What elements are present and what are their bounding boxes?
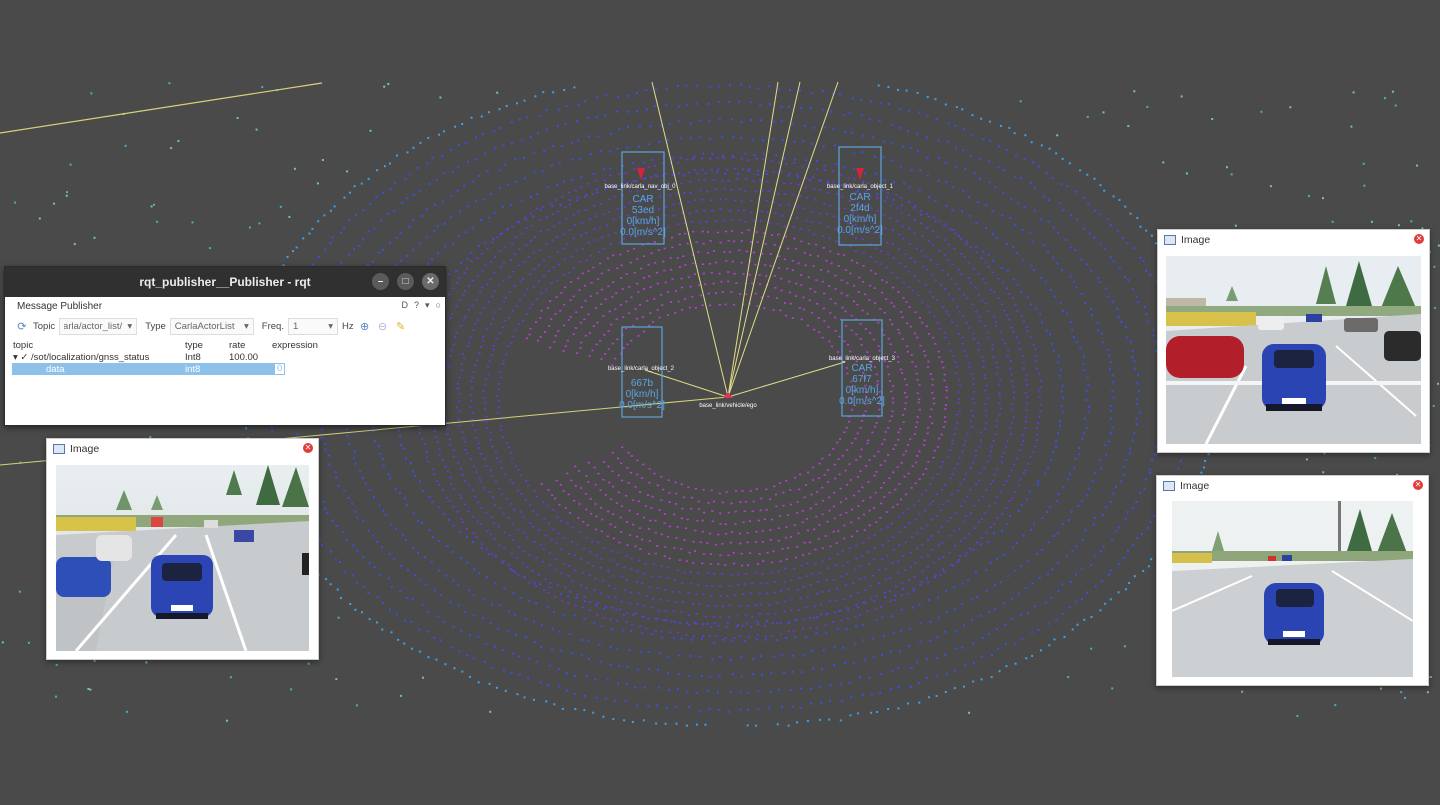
object-box-0[interactable]: base_link/carla_nav_obj_0 CAR 53ed 0[km/… [604, 151, 676, 245]
topic-label: Topic [33, 320, 56, 332]
object-frame-label: base_link/carla_object_3 [829, 356, 896, 362]
freq-combo-value: 1 [292, 320, 299, 332]
object-box-2[interactable]: base_link/carla_object_2 CAR 667b 0[km/h… [608, 326, 675, 418]
rqt-publisher-window[interactable]: rqt_publisher__Publisher - rqt – □ ✕ Mes… [4, 266, 446, 426]
object-speed: 0[km/h] [844, 214, 877, 225]
table-row[interactable]: ▾ ✓ /sot/localization/gnss_status Int8 1… [5, 351, 445, 363]
object-speed: 0[km/h] [626, 389, 659, 400]
remove-publisher-icon[interactable]: ⊖ [376, 319, 390, 333]
object-accel: 0.0[m/s^2] [839, 396, 885, 407]
publisher-table[interactable]: topic type rate expression ▾ ✓ /sot/loca… [5, 339, 445, 375]
chevron-down-icon: ▾ [328, 320, 333, 332]
type-label: Type [145, 320, 166, 332]
row-topic: /sot/localization/gnss_status [31, 351, 150, 363]
row-field: data [46, 363, 65, 375]
window-title: Image [1181, 234, 1211, 246]
detection-rays [644, 81, 846, 398]
table-row-selected[interactable]: data int8 0 [12, 363, 286, 375]
table-header: topic type rate expression [5, 339, 445, 351]
image-window-bottom-right[interactable]: Image ✕ [1156, 475, 1429, 686]
image-window-top-right[interactable]: Image ✕ [1157, 229, 1430, 453]
object-id: 67f7 [852, 374, 872, 385]
object-class: CAR [851, 363, 872, 374]
trajectory-line [0, 82, 323, 134]
row-field-type: int8 [185, 363, 201, 375]
chevron-down-icon: ▾ [244, 320, 249, 332]
column-header-topic[interactable]: topic [13, 340, 33, 351]
chevron-down-icon: ▾ [127, 320, 133, 332]
menu-icon[interactable]: ▾ [425, 300, 430, 311]
window-titlebar[interactable]: rqt_publisher__Publisher - rqt – □ ✕ [5, 267, 445, 297]
window-icon [53, 444, 65, 454]
row-rate[interactable]: 100.00 [229, 352, 258, 363]
freq-combo[interactable]: 1 ▾ [287, 317, 338, 335]
ego-vehicle-marker: base_link/vehicle/ego [699, 392, 757, 409]
refresh-icon[interactable]: ⟳ [15, 319, 29, 333]
close-icon[interactable]: ✕ [303, 443, 313, 453]
image-window-left[interactable]: Image ✕ [46, 438, 319, 660]
column-header-expression[interactable]: expression [272, 340, 318, 351]
close-icon[interactable]: ✕ [1414, 234, 1424, 244]
type-combo-value: CarlaActorList [174, 320, 235, 332]
expand-arrow-icon[interactable]: ▾ [13, 352, 18, 363]
checkbox-icon[interactable]: ✓ [20, 352, 28, 363]
freq-label: Freq. [261, 320, 284, 332]
maximize-button[interactable]: □ [397, 273, 414, 290]
camera-image [1166, 256, 1421, 444]
topic-combo-value: /carla/actor_list [64, 320, 123, 332]
window-icon [1163, 481, 1175, 491]
object-frame-label: base_link/carla_nav_obj_0 [604, 184, 676, 190]
object-class: CAR [849, 192, 870, 203]
window-icon [1164, 235, 1176, 245]
plugin-title: Message Publisher [17, 300, 103, 312]
camera-image [56, 465, 309, 651]
object-class: CAR [632, 194, 653, 205]
object-accel: 0.0[m/s^2] [619, 400, 665, 411]
object-speed: 0[km/h] [627, 216, 660, 227]
expression-input[interactable]: 0 [274, 363, 286, 375]
type-combo[interactable]: CarlaActorList ▾ [169, 317, 254, 335]
camera-image [1172, 501, 1413, 677]
window-titlebar[interactable]: Image ✕ [1158, 230, 1429, 250]
column-header-type[interactable]: type [185, 340, 203, 351]
row-type: Int8 [185, 351, 201, 363]
object-id: 53ed [632, 205, 654, 216]
help-icon[interactable]: ? [414, 300, 419, 311]
window-title: rqt_publisher__Publisher - rqt [139, 275, 311, 289]
close-button[interactable]: ✕ [422, 273, 439, 290]
window-title: Image [1180, 480, 1210, 492]
object-speed: 0[km/h] [846, 385, 879, 396]
column-header-rate[interactable]: rate [229, 340, 245, 351]
object-accel: 0.0[m/s^2] [620, 227, 666, 238]
window-titlebar[interactable]: Image ✕ [47, 439, 318, 459]
close-icon[interactable]: ✕ [1413, 480, 1423, 490]
window-title: Image [70, 443, 100, 455]
close-plugin-icon[interactable]: ○ [436, 300, 441, 311]
minimize-button[interactable]: – [372, 273, 389, 290]
hz-label: Hz [341, 320, 354, 332]
object-id: 2f4d [850, 203, 869, 214]
topic-combo[interactable]: /carla/actor_list ▾ [59, 317, 138, 335]
object-box-1[interactable]: base_link/carla_object_1 CAR 2f4d 0[km/h… [827, 146, 894, 246]
object-id: 667b [631, 378, 654, 389]
ego-frame-label: base_link/vehicle/ego [699, 403, 757, 409]
plugin-dock-label[interactable]: D [402, 300, 409, 311]
add-publisher-icon[interactable]: ⊕ [358, 319, 372, 333]
object-box-3[interactable]: base_link/carla_object_3 CAR 67f7 0[km/h… [829, 319, 896, 417]
object-accel: 0.0[m/s^2] [837, 225, 883, 236]
clear-icon[interactable]: ✎ [394, 319, 408, 333]
object-frame-label: base_link/carla_object_1 [827, 184, 894, 190]
window-titlebar[interactable]: Image ✕ [1157, 476, 1428, 496]
